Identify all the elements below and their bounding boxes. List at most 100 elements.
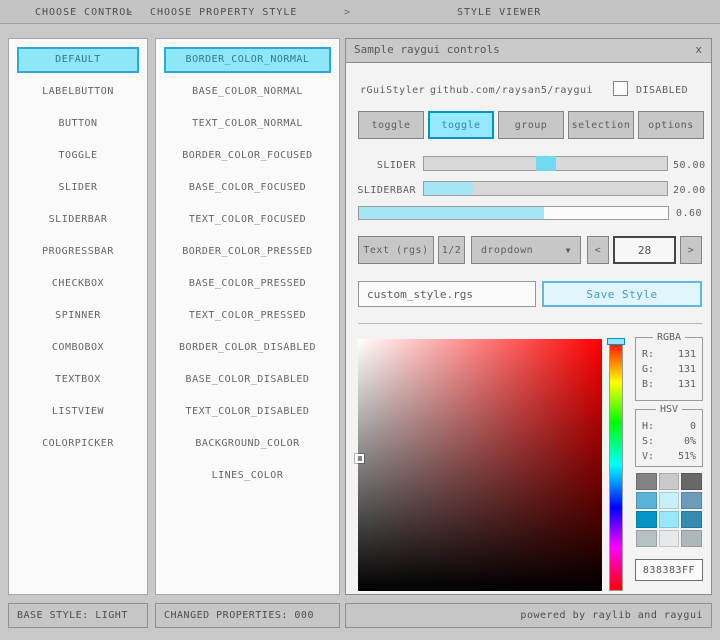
color-saturation-value-panel[interactable]: [358, 339, 602, 591]
style-color-palette: [636, 473, 702, 547]
progress-value: 0.60: [676, 208, 702, 219]
property-list-item[interactable]: BASE_COLOR_NORMAL: [164, 79, 331, 105]
control-list-item[interactable]: LISTVIEW: [17, 399, 139, 425]
property-list-item[interactable]: BASE_COLOR_DISABLED: [164, 367, 331, 393]
control-list-item[interactable]: SLIDERBAR: [17, 207, 139, 233]
window-title: Sample raygui controls: [354, 43, 500, 56]
control-list-item[interactable]: COLORPICKER: [17, 431, 139, 457]
slider-track[interactable]: [423, 156, 668, 171]
properties-list-panel: BORDER_COLOR_NORMAL BASE_COLOR_NORMAL TE…: [155, 38, 340, 595]
rgba-r-value: 131: [678, 349, 696, 360]
rgba-b-label: B:: [642, 379, 654, 390]
style-viewer-window: Sample raygui controls x rGuiStyler gith…: [345, 38, 712, 595]
rgba-row-g: G: 131: [642, 364, 696, 375]
palette-swatch[interactable]: [636, 511, 657, 528]
spinner-increment-button[interactable]: >: [680, 236, 702, 264]
palette-swatch[interactable]: [681, 473, 702, 490]
chevron-down-icon: ▼: [566, 246, 571, 255]
spinner-decrement-button[interactable]: <: [587, 236, 609, 264]
control-list-item[interactable]: TOGGLE: [17, 143, 139, 169]
palette-swatch[interactable]: [659, 473, 680, 490]
property-list-item[interactable]: BASE_COLOR_FOCUSED: [164, 175, 331, 201]
repo-link[interactable]: github.com/raysan5/raygui: [430, 85, 593, 96]
slider-value: 50.00: [673, 160, 706, 171]
controls-list-panel: DEFAULT LABELBUTTON BUTTON TOGGLE SLIDER…: [8, 38, 148, 595]
rgba-row-r: R: 131: [642, 349, 696, 360]
control-list-item[interactable]: CHECKBOX: [17, 271, 139, 297]
control-list-item[interactable]: COMBOBOX: [17, 335, 139, 361]
disabled-checkbox[interactable]: [613, 81, 628, 96]
palette-swatch[interactable]: [681, 530, 702, 547]
control-list-item[interactable]: BUTTON: [17, 111, 139, 137]
palette-swatch[interactable]: [636, 473, 657, 490]
save-style-button[interactable]: Save Style: [542, 281, 702, 307]
control-list-item[interactable]: SPINNER: [17, 303, 139, 329]
hue-cursor[interactable]: [607, 338, 625, 345]
half-button[interactable]: 1/2: [438, 236, 465, 264]
toggle-group-item[interactable]: toggle: [358, 111, 424, 139]
property-list-item[interactable]: LINES_COLOR: [164, 463, 331, 489]
property-list-item[interactable]: BACKGROUND_COLOR: [164, 431, 331, 457]
property-list-item[interactable]: BASE_COLOR_PRESSED: [164, 271, 331, 297]
toggle-group-item[interactable]: selection: [568, 111, 634, 139]
text-rgs-button[interactable]: Text (rgs): [358, 236, 434, 264]
control-list-item[interactable]: TEXTBOX: [17, 367, 139, 393]
toggle-group-item[interactable]: group: [498, 111, 564, 139]
control-list-item[interactable]: LABELBUTTON: [17, 79, 139, 105]
window-titlebar: Sample raygui controls x: [346, 39, 711, 63]
hsv-row-s: S: 0%: [642, 436, 696, 447]
palette-swatch[interactable]: [659, 511, 680, 528]
breadcrumb-step-choose-control: CHOOSE CONTROL: [35, 7, 133, 18]
property-list-item[interactable]: BORDER_COLOR_DISABLED: [164, 335, 331, 361]
hsv-h-value: 0: [690, 421, 696, 432]
property-list-item[interactable]: TEXT_COLOR_FOCUSED: [164, 207, 331, 233]
hsv-v-value: 51%: [678, 451, 696, 462]
disabled-checkbox-label: DISABLED: [636, 85, 688, 96]
property-list-item[interactable]: BORDER_COLOR_PRESSED: [164, 239, 331, 265]
palette-swatch[interactable]: [681, 492, 702, 509]
property-list-item[interactable]: BORDER_COLOR_FOCUSED: [164, 143, 331, 169]
rguistyler-app: { "topbar": { "separator": ">", "steps":…: [0, 0, 720, 640]
palette-swatch[interactable]: [659, 530, 680, 547]
sliderbar-fill: [424, 182, 473, 195]
control-list-item[interactable]: PROGRESSBAR: [17, 239, 139, 265]
progress-bar: [358, 206, 669, 220]
property-list-item[interactable]: TEXT_COLOR_DISABLED: [164, 399, 331, 425]
hsv-row-v: V: 51%: [642, 451, 696, 462]
rgba-group: RGBA R: 131 G: 131 B: 131: [635, 337, 703, 401]
hsv-v-label: V:: [642, 451, 654, 462]
property-list-item[interactable]: BORDER_COLOR_NORMAL: [164, 47, 331, 73]
progress-bar-fill: [359, 207, 544, 219]
font-dropdown-value: dropdown: [481, 245, 533, 256]
sliderbar-track[interactable]: [423, 181, 668, 196]
hsv-s-label: S:: [642, 436, 654, 447]
app-name-label: rGuiStyler: [360, 85, 425, 96]
control-list-item[interactable]: SLIDER: [17, 175, 139, 201]
hue-bar[interactable]: [609, 339, 623, 591]
toggle-group-item[interactable]: options: [638, 111, 704, 139]
status-credits: powered by raylib and raygui: [345, 603, 712, 628]
property-list-item[interactable]: TEXT_COLOR_NORMAL: [164, 111, 331, 137]
rgba-r-label: R:: [642, 349, 654, 360]
property-list-item[interactable]: TEXT_COLOR_PRESSED: [164, 303, 331, 329]
hsv-h-label: H:: [642, 421, 654, 432]
palette-swatch[interactable]: [636, 530, 657, 547]
style-filename-input[interactable]: custom_style.rgs: [358, 281, 536, 307]
font-dropdown[interactable]: dropdown ▼: [471, 236, 581, 264]
toggle-group-item-active[interactable]: toggle: [428, 111, 494, 139]
close-icon[interactable]: x: [695, 39, 702, 61]
hex-color-input[interactable]: 838383FF: [635, 559, 703, 581]
rgba-g-value: 131: [678, 364, 696, 375]
sv-cursor[interactable]: [355, 454, 364, 463]
sliderbar-label: SLIDERBAR: [354, 185, 416, 196]
hsv-s-value: 0%: [684, 436, 696, 447]
palette-swatch[interactable]: [659, 492, 680, 509]
chevron-right-icon: >: [344, 7, 351, 18]
slider-handle[interactable]: [536, 156, 556, 171]
hsv-group-title: HSV: [656, 404, 682, 415]
palette-swatch[interactable]: [636, 492, 657, 509]
breadcrumb-step-style-viewer: STYLE VIEWER: [457, 7, 541, 18]
control-list-item[interactable]: DEFAULT: [17, 47, 139, 73]
palette-swatch[interactable]: [681, 511, 702, 528]
spinner-value-box[interactable]: 28: [613, 236, 676, 264]
